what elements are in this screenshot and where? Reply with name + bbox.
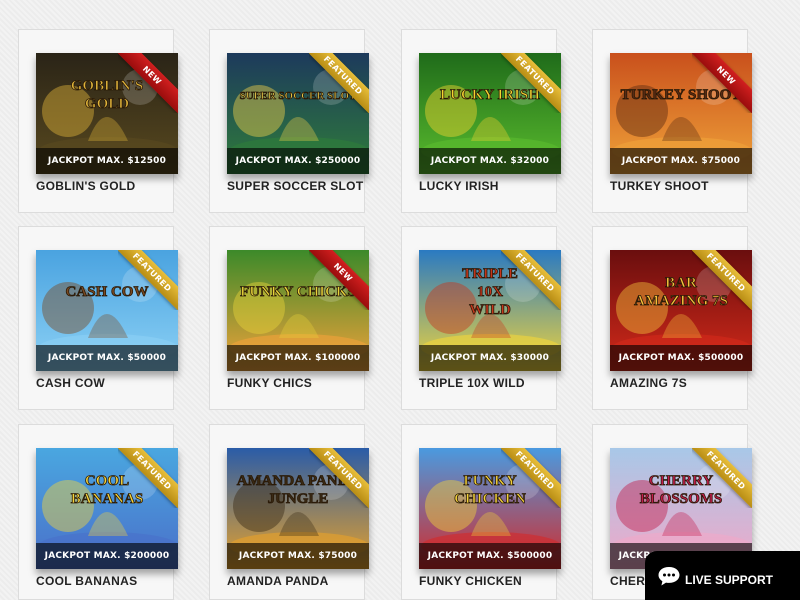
new-badge: NEW [118,53,178,113]
game-thumbnail[interactable]: SUPER SOCCER SLOT FEATURED JACKPOT MAX. … [227,53,369,174]
game-thumbnail[interactable]: FUNKY CHICKS NEW JACKPOT MAX. $100000 [227,250,369,371]
game-thumbnail[interactable]: FUNKY CHICKEN FEATURED JACKPOT MAX. $5000… [419,448,561,569]
jackpot-label: JACKPOT MAX. $500000 [610,345,752,371]
featured-badge: FEATURED [692,448,752,508]
jackpot-label: JACKPOT MAX. $30000 [419,345,561,371]
game-thumbnail[interactable]: TRIPLE 10X WILD FEATURED JACKPOT MAX. $300… [419,250,561,371]
game-logo-text: 10X [477,284,503,300]
featured-badge: FEATURED [692,250,752,310]
game-card[interactable]: AMANDA PANDA JUNGLE FEATURED JACKPOT MAX.… [209,424,369,600]
game-title[interactable]: SUPER SOCCER SLOT [227,179,367,193]
live-support-button[interactable]: LIVE SUPPORT [645,551,800,600]
featured-badge: FEATURED [309,53,369,113]
new-badge: NEW [309,250,369,310]
game-title[interactable]: TURKEY SHOOT [610,179,750,193]
jackpot-label: JACKPOT MAX. $250000 [227,148,369,174]
game-card[interactable]: TURKEY SHOOT NEW JACKPOT MAX. $75000 TUR… [592,29,752,213]
game-thumbnail[interactable]: CASH COW FEATURED JACKPOT MAX. $50000 [36,250,178,371]
game-thumbnail[interactable]: AMANDA PANDA JUNGLE FEATURED JACKPOT MAX.… [227,448,369,569]
game-title[interactable]: AMAZING 7S [610,376,750,390]
game-card[interactable]: LUCKY IRISH FEATURED JACKPOT MAX. $32000… [401,29,561,213]
game-thumbnail[interactable]: BAR AMAZING 7S FEATURED JACKPOT MAX. $500… [610,250,752,371]
game-card[interactable]: TRIPLE 10X WILD FEATURED JACKPOT MAX. $300… [401,226,561,410]
game-title[interactable]: FUNKY CHICS [227,376,367,390]
featured-badge: FEATURED [501,250,561,310]
game-card[interactable]: FUNKY CHICKS NEW JACKPOT MAX. $100000 FU… [209,226,369,410]
game-thumbnail[interactable]: GOBLIN'S GOLD NEW JACKPOT MAX. $12500 [36,53,178,174]
game-thumbnail[interactable]: TURKEY SHOOT NEW JACKPOT MAX. $75000 [610,53,752,174]
game-title[interactable]: COOL BANANAS [36,574,176,588]
featured-badge: FEATURED [118,250,178,310]
jackpot-label: JACKPOT MAX. $100000 [227,345,369,371]
game-thumbnail[interactable]: COOL BANANAS FEATURED JACKPOT MAX. $20000… [36,448,178,569]
game-card[interactable]: CASH COW FEATURED JACKPOT MAX. $50000 CA… [18,226,178,410]
game-title[interactable]: CASH COW [36,376,176,390]
featured-badge: FEATURED [501,53,561,113]
game-card[interactable]: GOBLIN'S GOLD NEW JACKPOT MAX. $12500 GOB… [18,29,178,213]
game-thumbnail[interactable]: LUCKY IRISH FEATURED JACKPOT MAX. $32000 [419,53,561,174]
jackpot-label: JACKPOT MAX. $200000 [36,543,178,569]
jackpot-label: JACKPOT MAX. $32000 [419,148,561,174]
new-badge: NEW [692,53,752,113]
jackpot-label: JACKPOT MAX. $500000 [419,543,561,569]
featured-badge: FEATURED [309,448,369,508]
game-card[interactable]: FUNKY CHICKEN FEATURED JACKPOT MAX. $5000… [401,424,561,600]
game-card[interactable]: SUPER SOCCER SLOT FEATURED JACKPOT MAX. … [209,29,369,213]
jackpot-label: JACKPOT MAX. $75000 [610,148,752,174]
chat-bubble-icon [657,565,681,590]
jackpot-label: JACKPOT MAX. $75000 [227,543,369,569]
game-card[interactable]: BAR AMAZING 7S FEATURED JACKPOT MAX. $500… [592,226,752,410]
game-title[interactable]: FUNKY CHICKEN [419,574,559,588]
featured-badge: FEATURED [118,448,178,508]
game-title[interactable]: AMANDA PANDA [227,574,367,588]
live-support-label: LIVE SUPPORT [685,573,774,587]
game-card[interactable]: COOL BANANAS FEATURED JACKPOT MAX. $20000… [18,424,178,600]
featured-badge: FEATURED [501,448,561,508]
jackpot-label: JACKPOT MAX. $50000 [36,345,178,371]
game-grid: GOBLIN'S GOLD NEW JACKPOT MAX. $12500 GOB… [0,0,800,600]
game-title[interactable]: LUCKY IRISH [419,179,559,193]
game-title[interactable]: GOBLIN'S GOLD [36,179,176,193]
jackpot-label: JACKPOT MAX. $12500 [36,148,178,174]
game-title[interactable]: TRIPLE 10X WILD [419,376,559,390]
